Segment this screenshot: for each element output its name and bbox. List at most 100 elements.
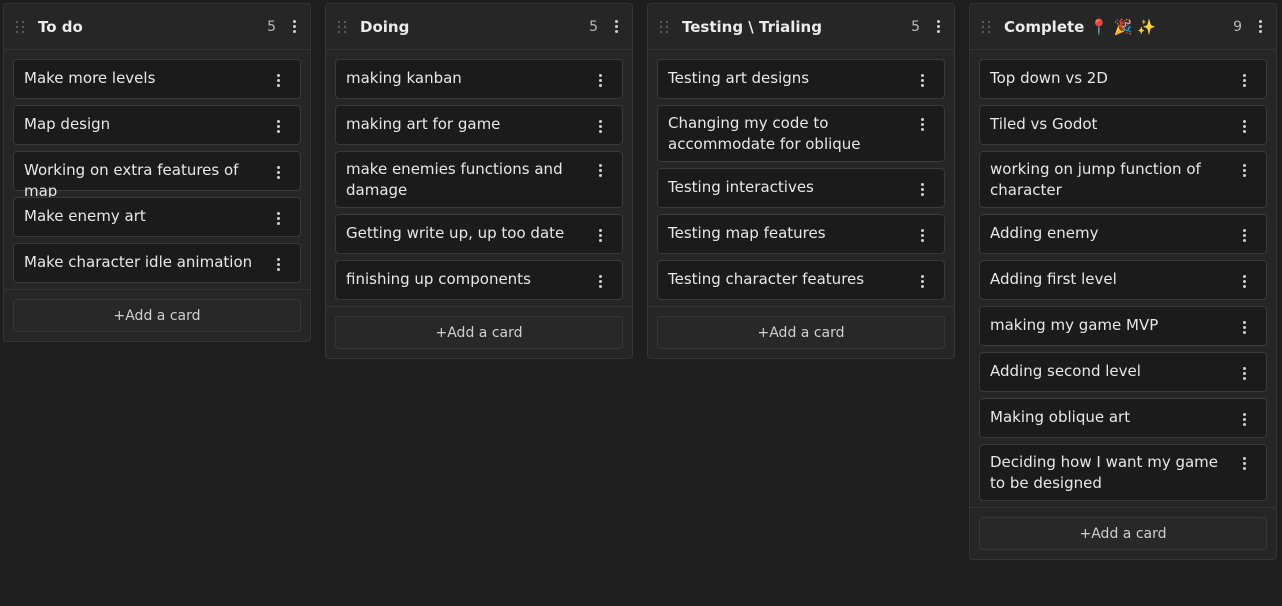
card-title: Making oblique art — [990, 408, 1131, 426]
card-title: Getting write up, up too date — [346, 224, 565, 242]
drag-handle-icon[interactable] — [338, 20, 348, 33]
card[interactable]: Testing art designs — [657, 59, 945, 99]
card-count: 5 — [911, 18, 920, 35]
divider — [326, 306, 632, 307]
add-card-button[interactable]: +Add a card — [335, 316, 623, 349]
column-title: Testing \ Trialing — [682, 17, 822, 36]
card-menu-icon[interactable] — [1236, 226, 1252, 244]
column-menu-icon[interactable] — [608, 18, 624, 36]
card-title: making my game MVP — [990, 316, 1159, 334]
card[interactable]: Testing map features — [657, 214, 945, 254]
card[interactable]: Make enemy art — [13, 197, 301, 237]
card[interactable]: Adding second level — [979, 352, 1267, 392]
card-menu-icon[interactable] — [1236, 364, 1252, 382]
card-menu-icon[interactable] — [914, 226, 930, 244]
column-to-do: To do 5 Make more levels Map design Work… — [3, 3, 311, 342]
column-header: Testing \ Trialing 5 — [648, 4, 954, 50]
card-count: 5 — [589, 18, 598, 35]
card[interactable]: Adding enemy — [979, 214, 1267, 254]
column-header: To do 5 — [4, 4, 310, 50]
card-title: Make enemy art — [24, 207, 146, 225]
column-menu-icon[interactable] — [1252, 18, 1268, 36]
card-title: Adding second level — [990, 362, 1141, 380]
card-menu-icon[interactable] — [1236, 117, 1252, 135]
drag-handle-icon[interactable] — [982, 20, 992, 33]
card-menu-icon[interactable] — [592, 71, 608, 89]
card[interactable]: Make more levels — [13, 59, 301, 99]
column-title: To do — [38, 17, 83, 36]
card-title: Testing art designs — [668, 69, 810, 87]
card-count: 9 — [1233, 18, 1242, 35]
card-menu-icon[interactable] — [1236, 318, 1252, 336]
card[interactable]: Working on extra features of map — [13, 151, 301, 200]
card-title: Changing my code to accommodate for obli… — [668, 114, 861, 153]
card-title: Testing map features — [668, 224, 826, 242]
card-menu-icon[interactable] — [592, 117, 608, 135]
card[interactable]: making kanban — [335, 59, 623, 99]
card[interactable]: making my game MVP — [979, 306, 1267, 346]
card[interactable]: Testing character features — [657, 260, 945, 300]
card-list: Make more levels Map design Working on e… — [4, 50, 310, 283]
card-title: Testing interactives — [668, 178, 814, 196]
card[interactable]: Getting write up, up too date — [335, 214, 623, 254]
drag-handle-icon[interactable] — [660, 20, 670, 33]
card-menu-icon[interactable] — [270, 71, 286, 89]
card-menu-icon[interactable] — [1236, 454, 1252, 472]
divider — [970, 507, 1276, 508]
card[interactable]: Top down vs 2D — [979, 59, 1267, 99]
add-card-button[interactable]: +Add a card — [979, 517, 1267, 550]
card-title: Working on extra features of map — [24, 161, 239, 200]
card[interactable]: Changing my code to accommodate for obli… — [657, 105, 945, 162]
column-title: Complete 📍 🎉 ✨ — [1004, 17, 1157, 36]
card-list: making kanban making art for game make e… — [326, 50, 632, 300]
card-menu-icon[interactable] — [914, 115, 930, 133]
drag-handle-icon[interactable] — [16, 20, 26, 33]
card-menu-icon[interactable] — [270, 163, 286, 181]
card[interactable]: Make character idle animation — [13, 243, 301, 283]
card[interactable]: making art for game — [335, 105, 623, 145]
card[interactable]: Deciding how I want my game to be design… — [979, 444, 1267, 501]
card[interactable]: Tiled vs Godot — [979, 105, 1267, 145]
card-menu-icon[interactable] — [592, 161, 608, 179]
card-menu-icon[interactable] — [1236, 161, 1252, 179]
card-menu-icon[interactable] — [592, 226, 608, 244]
card[interactable]: Making oblique art — [979, 398, 1267, 438]
add-card-button[interactable]: +Add a card — [13, 299, 301, 332]
divider — [4, 289, 310, 290]
card[interactable]: make enemies functions and damage — [335, 151, 623, 208]
card-menu-icon[interactable] — [1236, 71, 1252, 89]
card[interactable]: finishing up components — [335, 260, 623, 300]
card-menu-icon[interactable] — [270, 209, 286, 227]
add-card-button[interactable]: +Add a card — [657, 316, 945, 349]
kanban-board: To do 5 Make more levels Map design Work… — [0, 0, 1282, 606]
card-title: Map design — [24, 115, 111, 133]
card[interactable]: working on jump function of character — [979, 151, 1267, 208]
card-menu-icon[interactable] — [270, 117, 286, 135]
card-title: making kanban — [346, 69, 462, 87]
card-menu-icon[interactable] — [914, 71, 930, 89]
card-menu-icon[interactable] — [592, 272, 608, 290]
card-menu-icon[interactable] — [1236, 410, 1252, 428]
column-menu-icon[interactable] — [930, 18, 946, 36]
card-title: Testing character features — [668, 270, 865, 288]
card[interactable]: Adding first level — [979, 260, 1267, 300]
card-title: working on jump function of character — [990, 160, 1201, 199]
card-title: Make character idle animation — [24, 253, 253, 271]
column-testing-trialing: Testing \ Trialing 5 Testing art designs… — [647, 3, 955, 359]
card-menu-icon[interactable] — [914, 180, 930, 198]
card-menu-icon[interactable] — [914, 272, 930, 290]
column-doing: Doing 5 making kanban making art for gam… — [325, 3, 633, 359]
card-menu-icon[interactable] — [270, 255, 286, 273]
column-title: Doing — [360, 17, 410, 36]
column-menu-icon[interactable] — [286, 18, 302, 36]
card-title: Tiled vs Godot — [990, 115, 1098, 133]
card-title: making art for game — [346, 115, 501, 133]
card-title: Adding enemy — [990, 224, 1099, 242]
card-count: 5 — [267, 18, 276, 35]
card[interactable]: Testing interactives — [657, 168, 945, 208]
card-list: Testing art designs Changing my code to … — [648, 50, 954, 300]
card-title: Top down vs 2D — [990, 69, 1108, 87]
column-header: Doing 5 — [326, 4, 632, 50]
card[interactable]: Map design — [13, 105, 301, 145]
card-menu-icon[interactable] — [1236, 272, 1252, 290]
